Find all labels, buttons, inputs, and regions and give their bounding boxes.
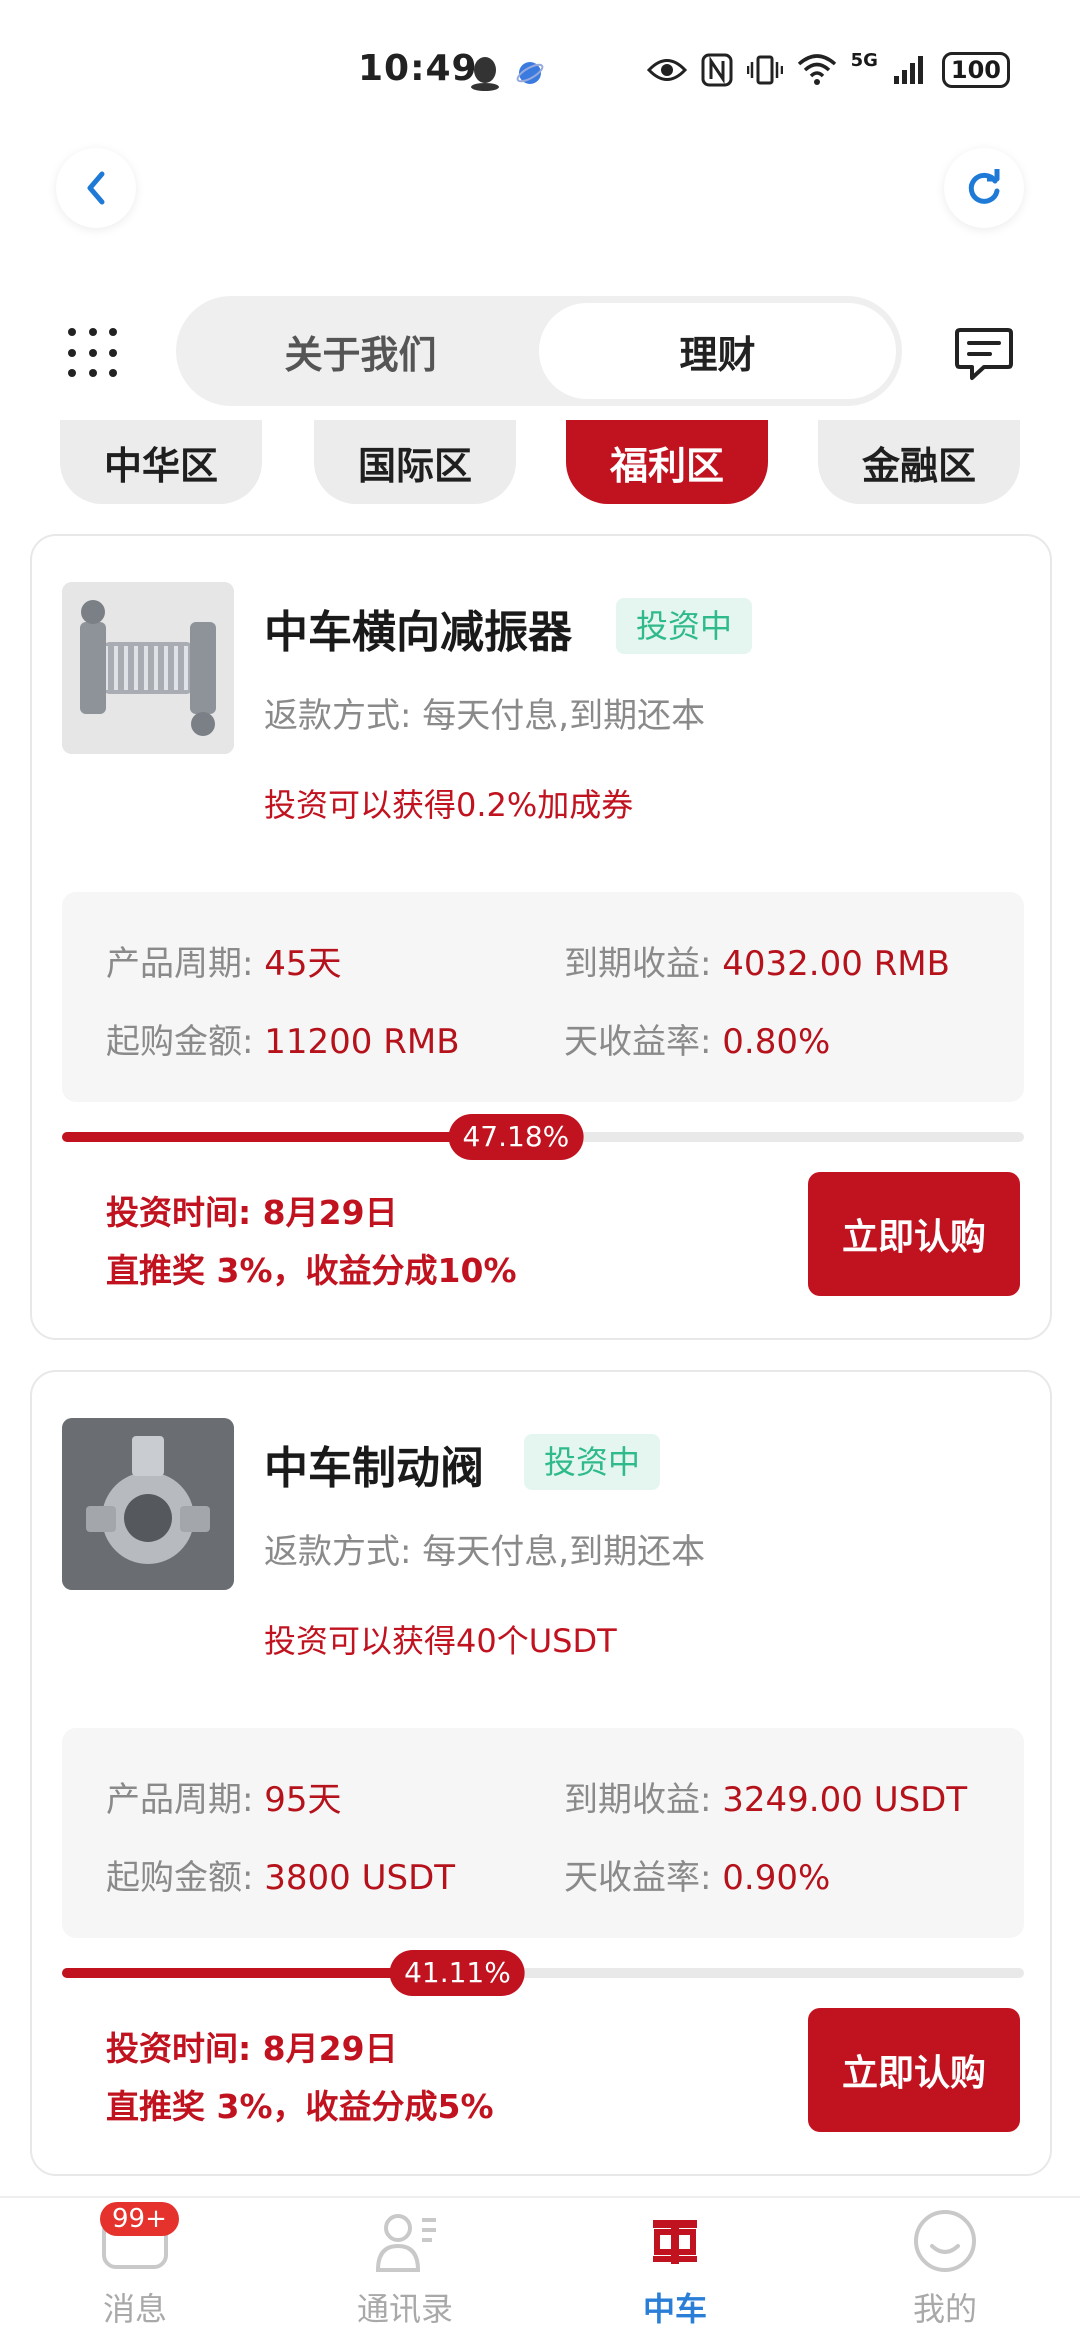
product-card: 中车制动阀 投资中 返款方式: 每天付息,到期还本 投资可以获得40个USDT … <box>30 1370 1052 2176</box>
progress-percent: 47.18% <box>448 1114 584 1160</box>
progress-bar: 47.18% <box>62 1114 1024 1160</box>
return-label: 到期收益: <box>564 1780 712 1820</box>
product-name: 中车横向减振器 <box>264 607 572 658</box>
nav-label: 我的 <box>912 2290 977 2328</box>
daily-rate-value: 0.80% <box>722 1022 831 1062</box>
cycle-label: 产品周期: <box>106 1780 254 1820</box>
reward-text: 直推奖 3%，收益分成5% <box>106 2087 494 2126</box>
min-amount-label: 起购金额: <box>106 1022 254 1062</box>
unread-badge: 99+ <box>100 2202 179 2236</box>
refresh-button[interactable] <box>944 148 1024 228</box>
tab-finance[interactable]: 理财 <box>539 303 896 399</box>
nav-crrc[interactable]: 中车 <box>540 2198 810 2344</box>
progress-bar: 41.11% <box>62 1950 1024 1996</box>
subscribe-button[interactable]: 立即认购 <box>808 2008 1020 2132</box>
status-bar: 10:49 5G 100 <box>0 0 1080 150</box>
cycle-label: 产品周期: <box>106 944 254 984</box>
crrc-logo-icon <box>653 2220 697 2264</box>
signal-icon <box>893 56 923 84</box>
product-name: 中车制动阀 <box>264 1443 484 1494</box>
min-amount-label: 起购金额: <box>106 1858 254 1898</box>
status-badge: 投资中 <box>616 598 753 654</box>
product-image <box>62 1418 234 1590</box>
cycle-value: 95天 <box>264 1780 342 1820</box>
progress-percent: 41.11% <box>390 1950 525 1996</box>
browser-icon <box>516 62 544 84</box>
product-card: 中车横向减振器 投资中 返款方式: 每天付息,到期还本 投资可以获得0.2%加成… <box>30 534 1052 1340</box>
status-time: 10:49 <box>358 48 478 89</box>
return-value: 4032.00 RMB <box>722 944 950 984</box>
back-button[interactable] <box>56 148 136 228</box>
min-amount-value: 11200 RMB <box>264 1022 460 1062</box>
daily-rate-label: 天收益率: <box>564 1858 712 1898</box>
chevron-left-icon <box>87 171 105 205</box>
grid-menu-icon[interactable] <box>68 328 120 380</box>
daily-rate-label: 天收益率: <box>564 1022 712 1062</box>
nfc-icon <box>701 53 733 87</box>
return-label: 到期收益: <box>564 944 712 984</box>
zone-welfare[interactable]: 福利区 <box>566 420 768 504</box>
invest-time: 投资时间: 8月29日 <box>106 2029 398 2068</box>
subscribe-button[interactable]: 立即认购 <box>808 1172 1020 1296</box>
tab-about-us[interactable]: 关于我们 <box>182 303 539 399</box>
bonus-text: 投资可以获得0.2%加成券 <box>264 786 634 824</box>
profile-icon <box>914 2210 976 2272</box>
chat-icon[interactable] <box>954 326 1014 382</box>
cycle-value: 45天 <box>264 944 342 984</box>
nav-label: 通讯录 <box>356 2290 453 2328</box>
nav-contacts[interactable]: 通讯录 <box>270 2198 540 2344</box>
product-info-box: 产品周期: 95天 到期收益: 3249.00 USDT 起购金额: 3800 … <box>62 1728 1024 1938</box>
reward-text: 直推奖 3%，收益分成10% <box>106 1251 517 1290</box>
contacts-icon <box>375 2214 436 2272</box>
product-image <box>62 582 234 754</box>
vibrate-icon <box>746 55 783 85</box>
nav-label: 中车 <box>642 2290 707 2328</box>
qq-icon <box>471 57 499 91</box>
battery-indicator: 100 <box>941 52 1010 88</box>
bottom-nav: 99+ 消息 通讯录 中车 我的 <box>0 2196 1080 2344</box>
bonus-text: 投资可以获得40个USDT <box>264 1622 617 1660</box>
invest-time: 投资时间: 8月29日 <box>106 1193 398 1232</box>
repay-method: 返款方式: 每天付息,到期还本 <box>264 696 706 736</box>
zone-china[interactable]: 中华区 <box>60 420 262 504</box>
daily-rate-value: 0.90% <box>722 1858 831 1898</box>
segmented-control: 关于我们 理财 <box>176 296 902 406</box>
nav-messages[interactable]: 99+ 消息 <box>0 2198 270 2344</box>
nav-profile[interactable]: 我的 <box>810 2198 1080 2344</box>
product-info-box: 产品周期: 45天 到期收益: 4032.00 RMB 起购金额: 11200 … <box>62 892 1024 1102</box>
network-label: 5G <box>850 49 878 71</box>
zone-tabs: 中华区 国际区 福利区 金融区 <box>0 420 1080 520</box>
refresh-icon <box>968 169 1000 204</box>
status-badge: 投资中 <box>524 1434 661 1490</box>
nav-label: 消息 <box>102 2290 167 2328</box>
wifi-icon <box>797 54 836 85</box>
return-value: 3249.00 USDT <box>722 1780 968 1820</box>
repay-method: 返款方式: 每天付息,到期还本 <box>264 1532 706 1572</box>
zone-international[interactable]: 国际区 <box>314 420 516 504</box>
eye-icon <box>646 59 687 81</box>
zone-finance[interactable]: 金融区 <box>818 420 1020 504</box>
min-amount-value: 3800 USDT <box>264 1858 456 1898</box>
